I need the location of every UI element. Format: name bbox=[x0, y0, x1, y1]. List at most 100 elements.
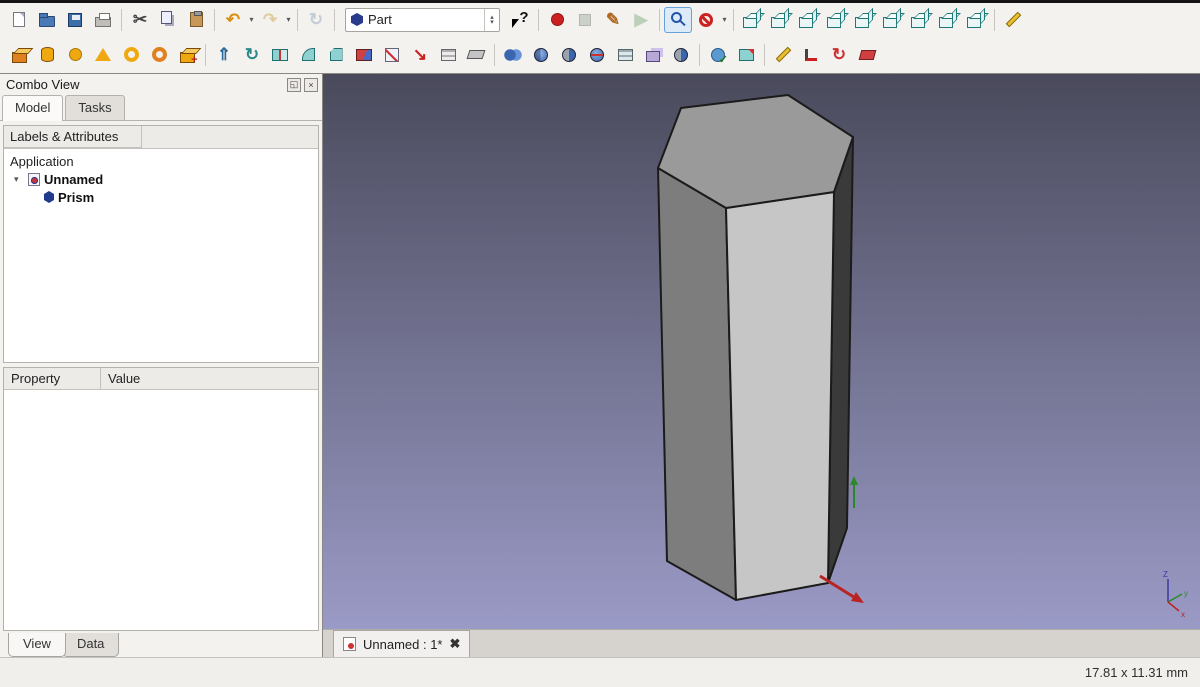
redo-dropdown-icon[interactable] bbox=[284, 15, 293, 24]
boolean-common-icon[interactable] bbox=[527, 42, 555, 68]
revolve-icon[interactable]: ↻ bbox=[238, 42, 266, 68]
expander-icon[interactable] bbox=[14, 174, 24, 185]
whats-this-icon[interactable] bbox=[506, 7, 534, 33]
property-body[interactable] bbox=[4, 390, 318, 630]
offset-icon[interactable] bbox=[434, 42, 462, 68]
property-header: Property Value bbox=[4, 368, 318, 390]
draw-style-dropdown-icon[interactable] bbox=[720, 15, 729, 24]
property-column-header: Property bbox=[4, 368, 101, 389]
view-home-icon[interactable] bbox=[962, 7, 990, 33]
workbench-part-icon bbox=[351, 13, 363, 26]
defeaturing-icon[interactable] bbox=[732, 42, 760, 68]
macro-play-icon[interactable]: ▶ bbox=[627, 7, 655, 33]
cut-icon[interactable]: ✂ bbox=[126, 7, 154, 33]
panel-close-button[interactable]: × bbox=[304, 77, 318, 92]
tab-data[interactable]: Data bbox=[61, 633, 120, 657]
refresh-icon[interactable]: ↻ bbox=[302, 7, 330, 33]
view-top-icon[interactable] bbox=[794, 7, 822, 33]
new-file-icon[interactable] bbox=[5, 7, 33, 33]
measure-linear-icon[interactable] bbox=[769, 42, 797, 68]
3d-viewport[interactable]: Z y x bbox=[323, 74, 1200, 629]
chamfer-icon[interactable] bbox=[322, 42, 350, 68]
measure-refresh-icon[interactable]: ↻ bbox=[825, 42, 853, 68]
measure-angular-icon[interactable] bbox=[797, 42, 825, 68]
part-toolbar: ⇑↻↘↻ bbox=[0, 36, 1200, 74]
model-tree-box: Labels & Attributes Application Unnamed … bbox=[3, 125, 319, 363]
macro-record-icon[interactable] bbox=[543, 7, 571, 33]
tree-column-header: Labels & Attributes bbox=[4, 126, 142, 148]
macro-edit-icon[interactable]: ✎ bbox=[599, 7, 627, 33]
prism-face-left[interactable] bbox=[657, 167, 737, 601]
tree-item-application[interactable]: Application bbox=[4, 152, 318, 170]
view-rear-icon[interactable] bbox=[850, 7, 878, 33]
cross-sections-icon[interactable] bbox=[611, 42, 639, 68]
open-file-icon[interactable] bbox=[33, 7, 61, 33]
loft-icon[interactable] bbox=[378, 42, 406, 68]
document-tab[interactable]: Unnamed : 1* bbox=[333, 630, 471, 657]
tab-view[interactable]: View bbox=[8, 633, 66, 657]
toolbar-separator bbox=[764, 43, 765, 66]
view-icons: ✎▶ bbox=[506, 6, 1027, 33]
toolbar-separator bbox=[733, 8, 734, 31]
boolean-operation-icon[interactable] bbox=[667, 42, 695, 68]
ruled-surface-icon[interactable] bbox=[350, 42, 378, 68]
boolean-union-icon[interactable] bbox=[499, 42, 527, 68]
create-primitives-icon[interactable] bbox=[173, 42, 201, 68]
tree-item-prism[interactable]: Prism bbox=[4, 188, 318, 206]
toolbar-separator bbox=[334, 8, 335, 31]
draw-style-icon[interactable] bbox=[692, 7, 720, 33]
workbench-selector-stepper[interactable] bbox=[484, 8, 499, 31]
thickness-icon[interactable] bbox=[462, 42, 490, 68]
hexagonal-prism[interactable] bbox=[657, 94, 854, 601]
view-right-icon[interactable] bbox=[822, 7, 850, 33]
file-macro-icons: ✂ ↶ ↷ ↻ bbox=[5, 7, 339, 33]
print-icon[interactable] bbox=[89, 7, 117, 33]
workbench-selector[interactable]: Part bbox=[345, 7, 500, 32]
toolbar-separator bbox=[494, 43, 495, 66]
check-geometry-icon[interactable] bbox=[704, 42, 732, 68]
value-column-header: Value bbox=[108, 371, 141, 386]
document-tab-close-icon[interactable] bbox=[450, 636, 461, 652]
mirror-icon[interactable] bbox=[266, 42, 294, 68]
primitive-torus-icon[interactable] bbox=[117, 42, 145, 68]
save-file-icon[interactable] bbox=[61, 7, 89, 33]
sweep-icon[interactable]: ↘ bbox=[406, 42, 434, 68]
view-axonometric-icon[interactable] bbox=[934, 7, 962, 33]
compound-icon[interactable] bbox=[639, 42, 667, 68]
view-front-icon[interactable] bbox=[766, 7, 794, 33]
macro-stop-icon[interactable] bbox=[571, 7, 599, 33]
measure-clear-icon[interactable] bbox=[853, 42, 881, 68]
document-tab-label: Unnamed : 1* bbox=[363, 636, 443, 652]
extrude-icon[interactable]: ⇑ bbox=[210, 42, 238, 68]
prism-face-front[interactable] bbox=[725, 191, 835, 601]
primitive-cone-icon[interactable] bbox=[89, 42, 117, 68]
boolean-cut-icon[interactable] bbox=[555, 42, 583, 68]
3d-scene[interactable]: Z y x bbox=[323, 74, 1200, 629]
svg-text:y: y bbox=[1184, 589, 1188, 598]
measure-distance-icon[interactable] bbox=[999, 7, 1027, 33]
tree-item-document[interactable]: Unnamed bbox=[4, 170, 318, 188]
zoom-fit-icon[interactable] bbox=[664, 6, 692, 33]
boolean-section-icon[interactable] bbox=[583, 42, 611, 68]
fillet-icon[interactable] bbox=[294, 42, 322, 68]
tab-model[interactable]: Model bbox=[2, 95, 64, 121]
tree-header-row: Labels & Attributes bbox=[4, 126, 318, 149]
undo-icon[interactable]: ↶ bbox=[219, 7, 247, 33]
paste-icon[interactable] bbox=[182, 7, 210, 33]
view-isometric-icon[interactable] bbox=[738, 7, 766, 33]
combo-view-title: Combo View bbox=[6, 77, 80, 92]
primitive-cylinder-icon[interactable] bbox=[33, 42, 61, 68]
primitive-tube-icon[interactable] bbox=[145, 42, 173, 68]
copy-icon[interactable] bbox=[154, 7, 182, 33]
view-bottom-icon[interactable] bbox=[878, 7, 906, 33]
panel-float-button[interactable]: ◱ bbox=[287, 77, 301, 92]
primitive-sphere-icon[interactable] bbox=[61, 42, 89, 68]
svg-text:Z: Z bbox=[1163, 570, 1168, 579]
toolbar-separator bbox=[214, 8, 215, 31]
tab-tasks[interactable]: Tasks bbox=[65, 95, 125, 120]
redo-icon[interactable]: ↷ bbox=[256, 7, 284, 33]
undo-dropdown-icon[interactable] bbox=[247, 15, 256, 24]
property-bottom-tabs: View Data bbox=[0, 631, 322, 657]
view-left-icon[interactable] bbox=[906, 7, 934, 33]
primitive-box-icon[interactable] bbox=[5, 42, 33, 68]
